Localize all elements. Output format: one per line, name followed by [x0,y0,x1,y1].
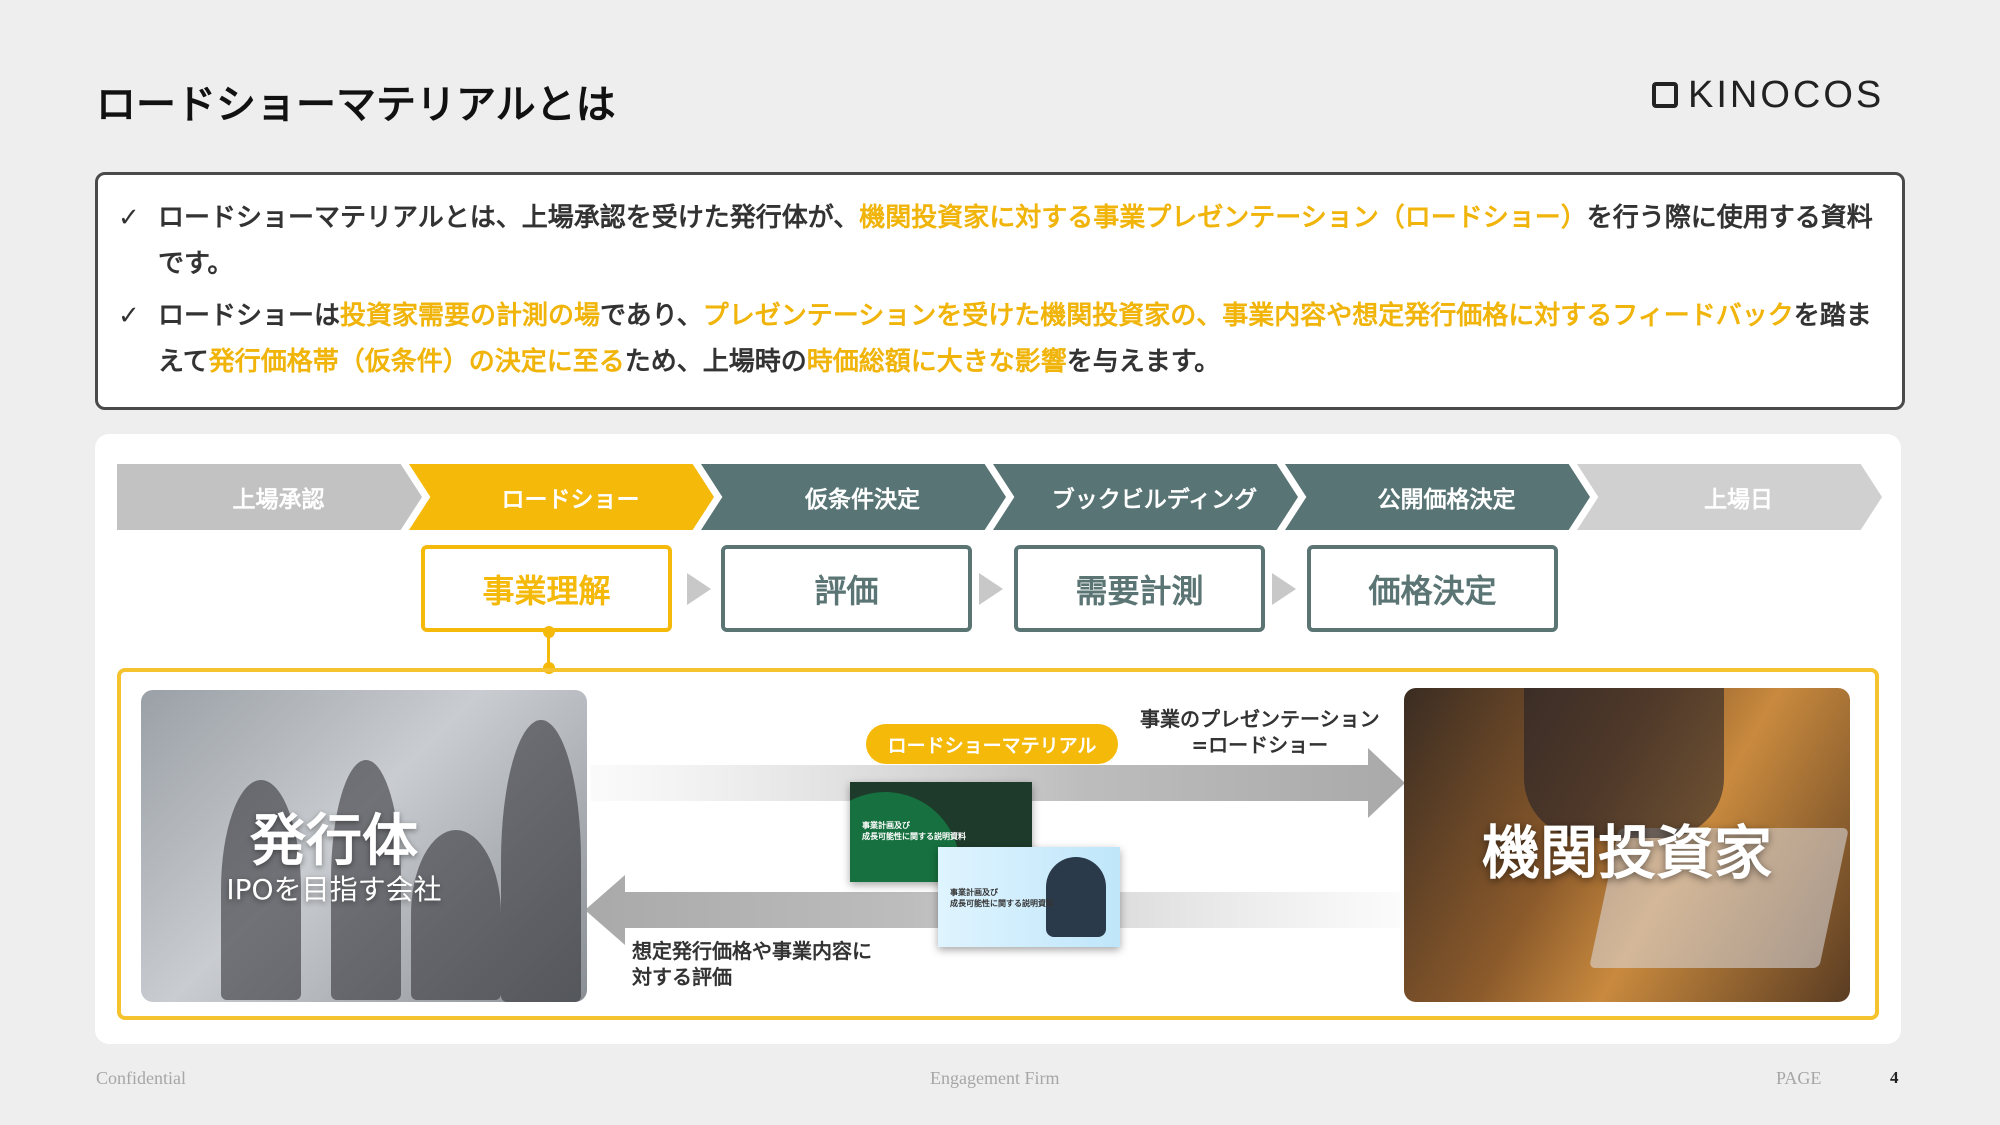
footer-firm: Engagement Firm [930,1068,1060,1088]
doc-line: 成長可能性に関する説明資料 [950,899,1054,908]
label-line: 事業のプレゼンテーション [1140,707,1380,731]
issuer-title: 発行体 [250,809,418,874]
investor-photo: 機関投資家 [1404,688,1850,1002]
doc-line: 事業計画及び [862,821,910,830]
label-line: 想定発行価格や事業内容に [632,939,872,963]
material-document-light: 事業計画及び成長可能性に関する説明資料 [938,847,1120,947]
page-number: 4 [1890,1068,1899,1087]
doc-photo-graphic [1046,857,1106,937]
footer-page-label: PAGE [1776,1068,1822,1088]
doc-text: 事業計画及び成長可能性に関する説明資料 [862,820,966,842]
footer-confidential: Confidential [96,1068,186,1088]
doc-text: 事業計画及び成長可能性に関する説明資料 [950,887,1054,909]
label-line: =ロードショー [1191,733,1329,757]
presentation-label: 事業のプレゼンテーション =ロードショー [1140,706,1380,758]
issuer-photo: 発行体 IPOを目指す会社 [141,690,587,1002]
issuer-subtitle: IPOを目指す会社 [226,873,442,906]
doc-line: 成長可能性に関する説明資料 [862,832,966,841]
doc-line: 事業計画及び [950,888,998,897]
investor-title: 機関投資家 [1481,819,1772,887]
label-line: 対する評価 [632,965,732,989]
feedback-label: 想定発行価格や事業内容に 対する評価 [632,938,872,990]
roadshow-material-badge: ロードショーマテリアル [866,724,1118,764]
